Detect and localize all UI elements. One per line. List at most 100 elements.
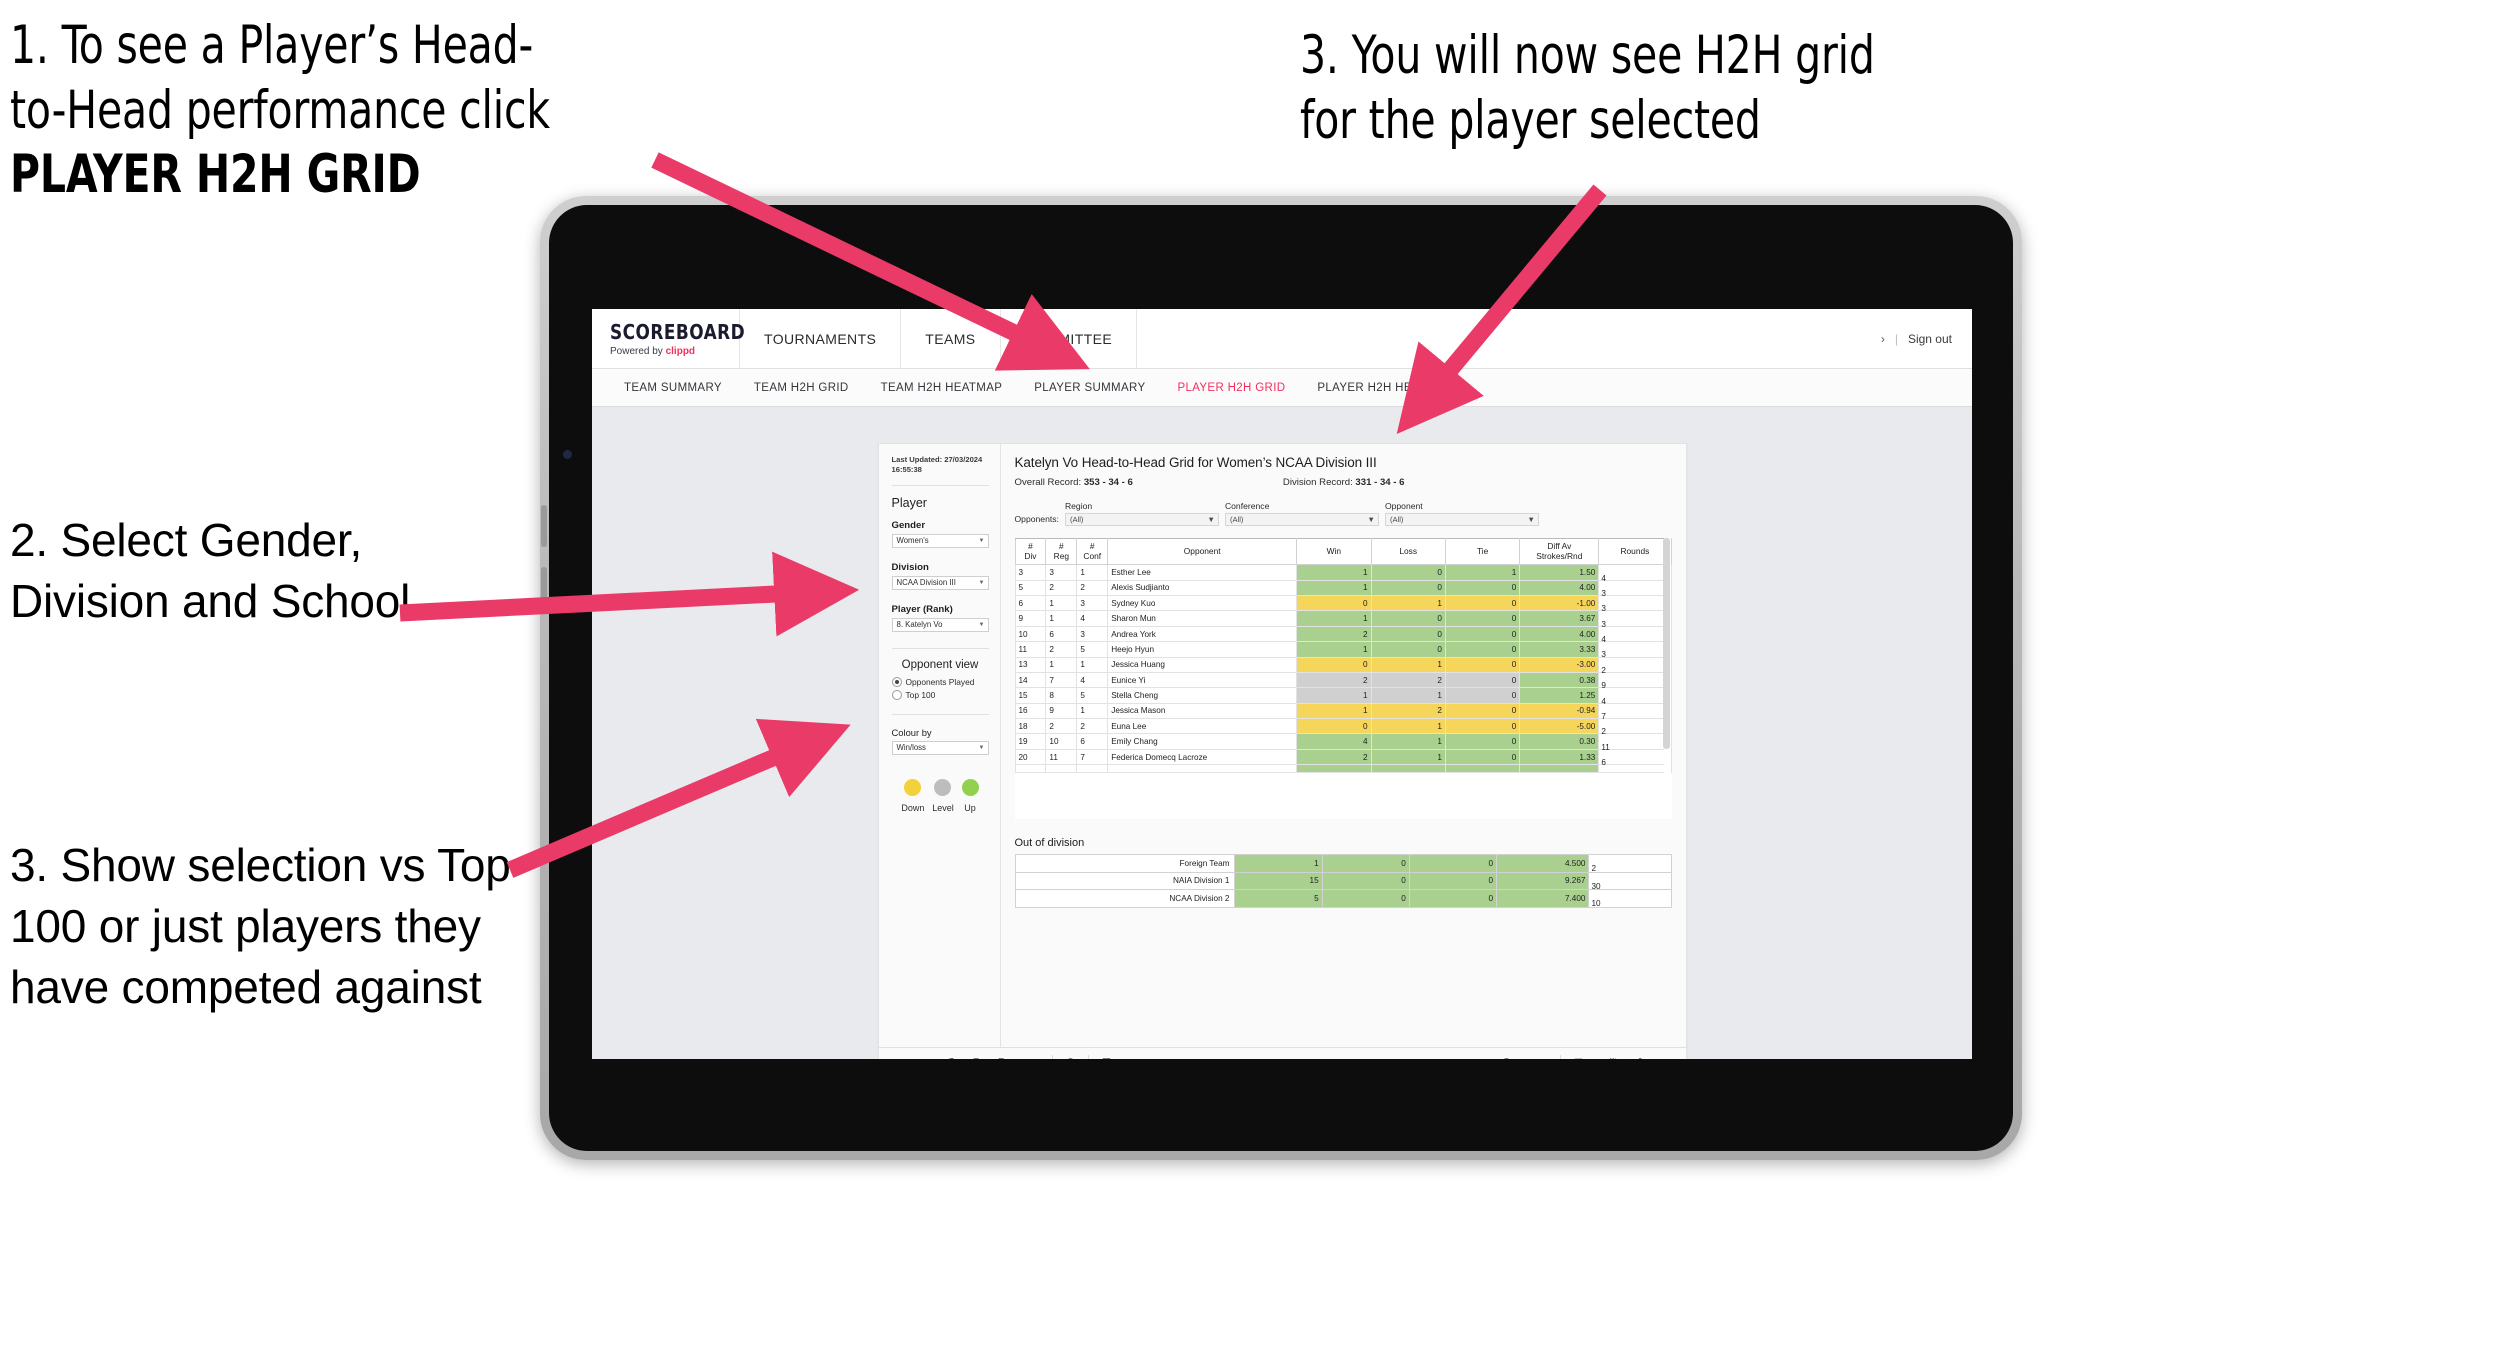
last-updated-line-1: Last Updated: 27/03/2024 (891, 455, 983, 464)
table-row[interactable]: 13 1 1 Jessica Huang 0 1 0 -3.00 2 (1014, 656, 1672, 675)
player-rank-select[interactable]: 8. Katelyn Vo ▼ (891, 617, 989, 632)
conference-select[interactable]: (All) ▼ (1224, 513, 1379, 526)
legend-label-level: Level (932, 802, 954, 813)
table-scrollbar[interactable] (1662, 538, 1671, 819)
out-of-division-row[interactable]: NAIA Division 1 15 0 0 9.267 30 (1014, 871, 1672, 891)
column-header-opponent[interactable]: Opponent (1107, 537, 1298, 566)
tab-team-h2h-heatmap[interactable]: TEAM H2H HEATMAP (865, 382, 1019, 394)
view-original-button[interactable]: View: Original (1094, 1057, 1175, 1059)
radio-selected-icon (891, 676, 902, 687)
page-title: Katelyn Vo Head-to-Head Grid for Women’s… (1014, 455, 1377, 470)
column-header-conf[interactable]: # Conf (1076, 537, 1109, 566)
brand-subtitle: Powered by clippd (610, 346, 739, 357)
tab-player-summary[interactable]: PLAYER SUMMARY (1018, 382, 1161, 394)
save-custom-view-button[interactable]: Save Custom View (1175, 1057, 1275, 1059)
table-row[interactable]: 16 9 1 Jessica Mason 1 2 0 -0.94 7 (1014, 702, 1672, 721)
h2h-grid-table: # Div # Reg # Conf Opponent Win Loss Tie Diff Av St… (1014, 537, 1672, 820)
annotation-step-3-left: 3. Show selection vs Top 100 or just pla… (10, 839, 511, 1014)
history-button[interactable] (1058, 1057, 1083, 1059)
cell-reg: 1 (1045, 595, 1078, 612)
opponent-filters: Opponents: Region (All) ▼ Conference (Al… (1015, 501, 1672, 526)
column-header-diff-av-strokes-rnd[interactable]: Diff Av Strokes/Rnd (1519, 537, 1600, 566)
column-header-div[interactable]: # Div (1014, 537, 1047, 566)
radio-top-100-label: Top 100 (905, 689, 936, 700)
table-row[interactable]: 10 6 3 Andrea York 2 0 0 4.00 4 (1014, 625, 1672, 644)
column-header-win[interactable]: Win (1296, 537, 1372, 566)
overall-record-label: Overall Record: (1014, 477, 1084, 488)
division-select[interactable]: NCAA Division III ▼ (891, 575, 989, 590)
refresh-data-button[interactable] (964, 1057, 989, 1059)
chevron-down-icon: ▼ (978, 744, 985, 751)
chevron-right-icon[interactable]: › (1881, 332, 1885, 346)
column-header-rounds[interactable]: Rounds (1598, 537, 1672, 566)
table-row[interactable]: 19 10 6 Emily Chang 4 1 0 0.30 11 (1014, 733, 1672, 752)
radio-opponents-played[interactable]: Opponents Played (891, 676, 989, 687)
h2h-grid-head: # Div # Reg # Conf Opponent Win Loss Tie Diff Av St… (1014, 537, 1672, 566)
opponents-filter-label: Opponents: (1014, 514, 1059, 524)
save-custom-view-label: Save Custom View (1196, 1057, 1268, 1059)
tab-player-h2h-heatmap[interactable]: PLAYER H2H HEATMAP (1301, 382, 1468, 394)
annotation-step-2: 2. Select Gender, Division and School (10, 514, 411, 628)
share-button[interactable]: Share (1625, 1057, 1676, 1059)
cell-conf: 1 (1076, 702, 1109, 720)
brand-logo[interactable]: SCOREBOARD Powered by clippd (592, 309, 745, 368)
filter-gender: Gender Women's ▼ (891, 520, 989, 548)
cell-div: 15 (1014, 687, 1047, 704)
nav-item-committee[interactable]: COMMITTEE (1001, 309, 1138, 368)
tab-team-h2h-grid[interactable]: TEAM H2H GRID (738, 382, 865, 394)
out-of-division-row[interactable]: Foreign Team 1 0 0 4.500 2 (1014, 854, 1672, 873)
out-of-division-row[interactable]: NCAA Division 2 5 0 0 7.400 10 (1014, 889, 1672, 908)
undo-button[interactable] (889, 1057, 914, 1059)
pause-auto-updates-button[interactable] (989, 1057, 1014, 1059)
cell-conf: 5 (1076, 687, 1109, 704)
region-select[interactable]: (All) ▼ (1064, 513, 1219, 526)
cell-reg: 2 (1045, 718, 1078, 735)
table-row[interactable]: 11 2 5 Heejo Hyun 1 0 0 3.33 3 (1014, 641, 1672, 659)
table-row[interactable]: 5 2 2 Alexis Sudjianto 1 0 0 4.00 3 (1014, 579, 1672, 598)
volume-up-button[interactable] (541, 505, 547, 547)
colour-by-select[interactable]: Win/loss ▼ (891, 740, 989, 755)
sign-out-link[interactable]: Sign out (1908, 332, 1952, 346)
column-header-reg[interactable]: # Reg (1045, 537, 1078, 566)
gender-select[interactable]: Women's ▼ (891, 533, 989, 548)
cell-reg: 11 (1045, 748, 1078, 766)
nav-item-tournaments[interactable]: TOURNAMENTS (740, 309, 902, 368)
tab-player-h2h-grid[interactable]: PLAYER H2H GRID (1161, 382, 1301, 394)
watch-button[interactable]: Watch ▼ (1494, 1057, 1555, 1059)
cell-conf: 6 (1076, 733, 1109, 750)
tab-team-summary[interactable]: TEAM SUMMARY (608, 382, 738, 394)
column-header-loss[interactable]: Loss (1370, 537, 1446, 566)
revert-button[interactable] (939, 1057, 964, 1059)
app-screen: SCOREBOARD Powered by clippd TOURNAMENTS… (592, 309, 1972, 1059)
cell-div: 16 (1014, 702, 1047, 720)
table-scrollbar-thumb[interactable] (1662, 538, 1670, 749)
table-row[interactable]: 20 11 7 Federica Domecq Lacroze 2 1 0 1.33 6 (1014, 748, 1672, 767)
cell-opponent: Jessica Huang (1107, 656, 1298, 673)
volume-down-button[interactable] (541, 567, 547, 609)
table-row[interactable]: 9 1 4 Sharon Mun 1 0 0 3.67 3 (1014, 610, 1672, 629)
full-screen-button[interactable] (1600, 1057, 1625, 1059)
table-row[interactable]: 15 8 5 Stella Cheng 1 1 0 1.25 4 (1014, 687, 1672, 706)
table-row[interactable]: 14 7 4 Eunice Yi 2 2 0 0.38 9 (1014, 671, 1672, 690)
opponent-select[interactable]: (All) ▼ (1384, 513, 1539, 526)
cell-opponent: Sharon Mun (1107, 610, 1298, 627)
radio-top-100[interactable]: Top 100 (891, 689, 989, 700)
cell-rounds: 4 (1598, 625, 1672, 644)
viz-body: Last Updated: 27/03/2024 16:55:38 Player… (878, 444, 1686, 1047)
cell-tie: 0 (1444, 733, 1521, 750)
cell-rounds: 3 (1598, 610, 1672, 629)
table-row[interactable]: 6 1 3 Sydney Kuo 0 1 0 -1.00 3 (1014, 595, 1672, 613)
download-button[interactable]: ▼ (1566, 1057, 1600, 1059)
table-row-filler (1014, 787, 1672, 804)
out-of-division-table: Foreign Team 1 0 0 4.500 2 NAIA Division 1 15 0 0… (1014, 854, 1672, 908)
presentation-mode-button[interactable]: ▼ (1014, 1057, 1048, 1059)
nav-item-teams[interactable]: TEAMS (901, 309, 1001, 368)
cell-loss: 0 (1370, 625, 1446, 643)
redo-button[interactable] (914, 1057, 939, 1059)
cell-diff-av-strokes-rnd: 4.00 (1519, 625, 1600, 643)
ood-cell-win: 15 (1234, 871, 1323, 891)
table-row-partial (1014, 764, 1672, 773)
table-row[interactable]: 18 2 2 Euna Lee 0 1 0 -5.00 2 (1014, 718, 1672, 736)
table-row[interactable]: 3 3 1 Esther Lee 1 0 1 1.50 4 (1014, 564, 1672, 583)
column-header-tie[interactable]: Tie (1444, 537, 1521, 566)
